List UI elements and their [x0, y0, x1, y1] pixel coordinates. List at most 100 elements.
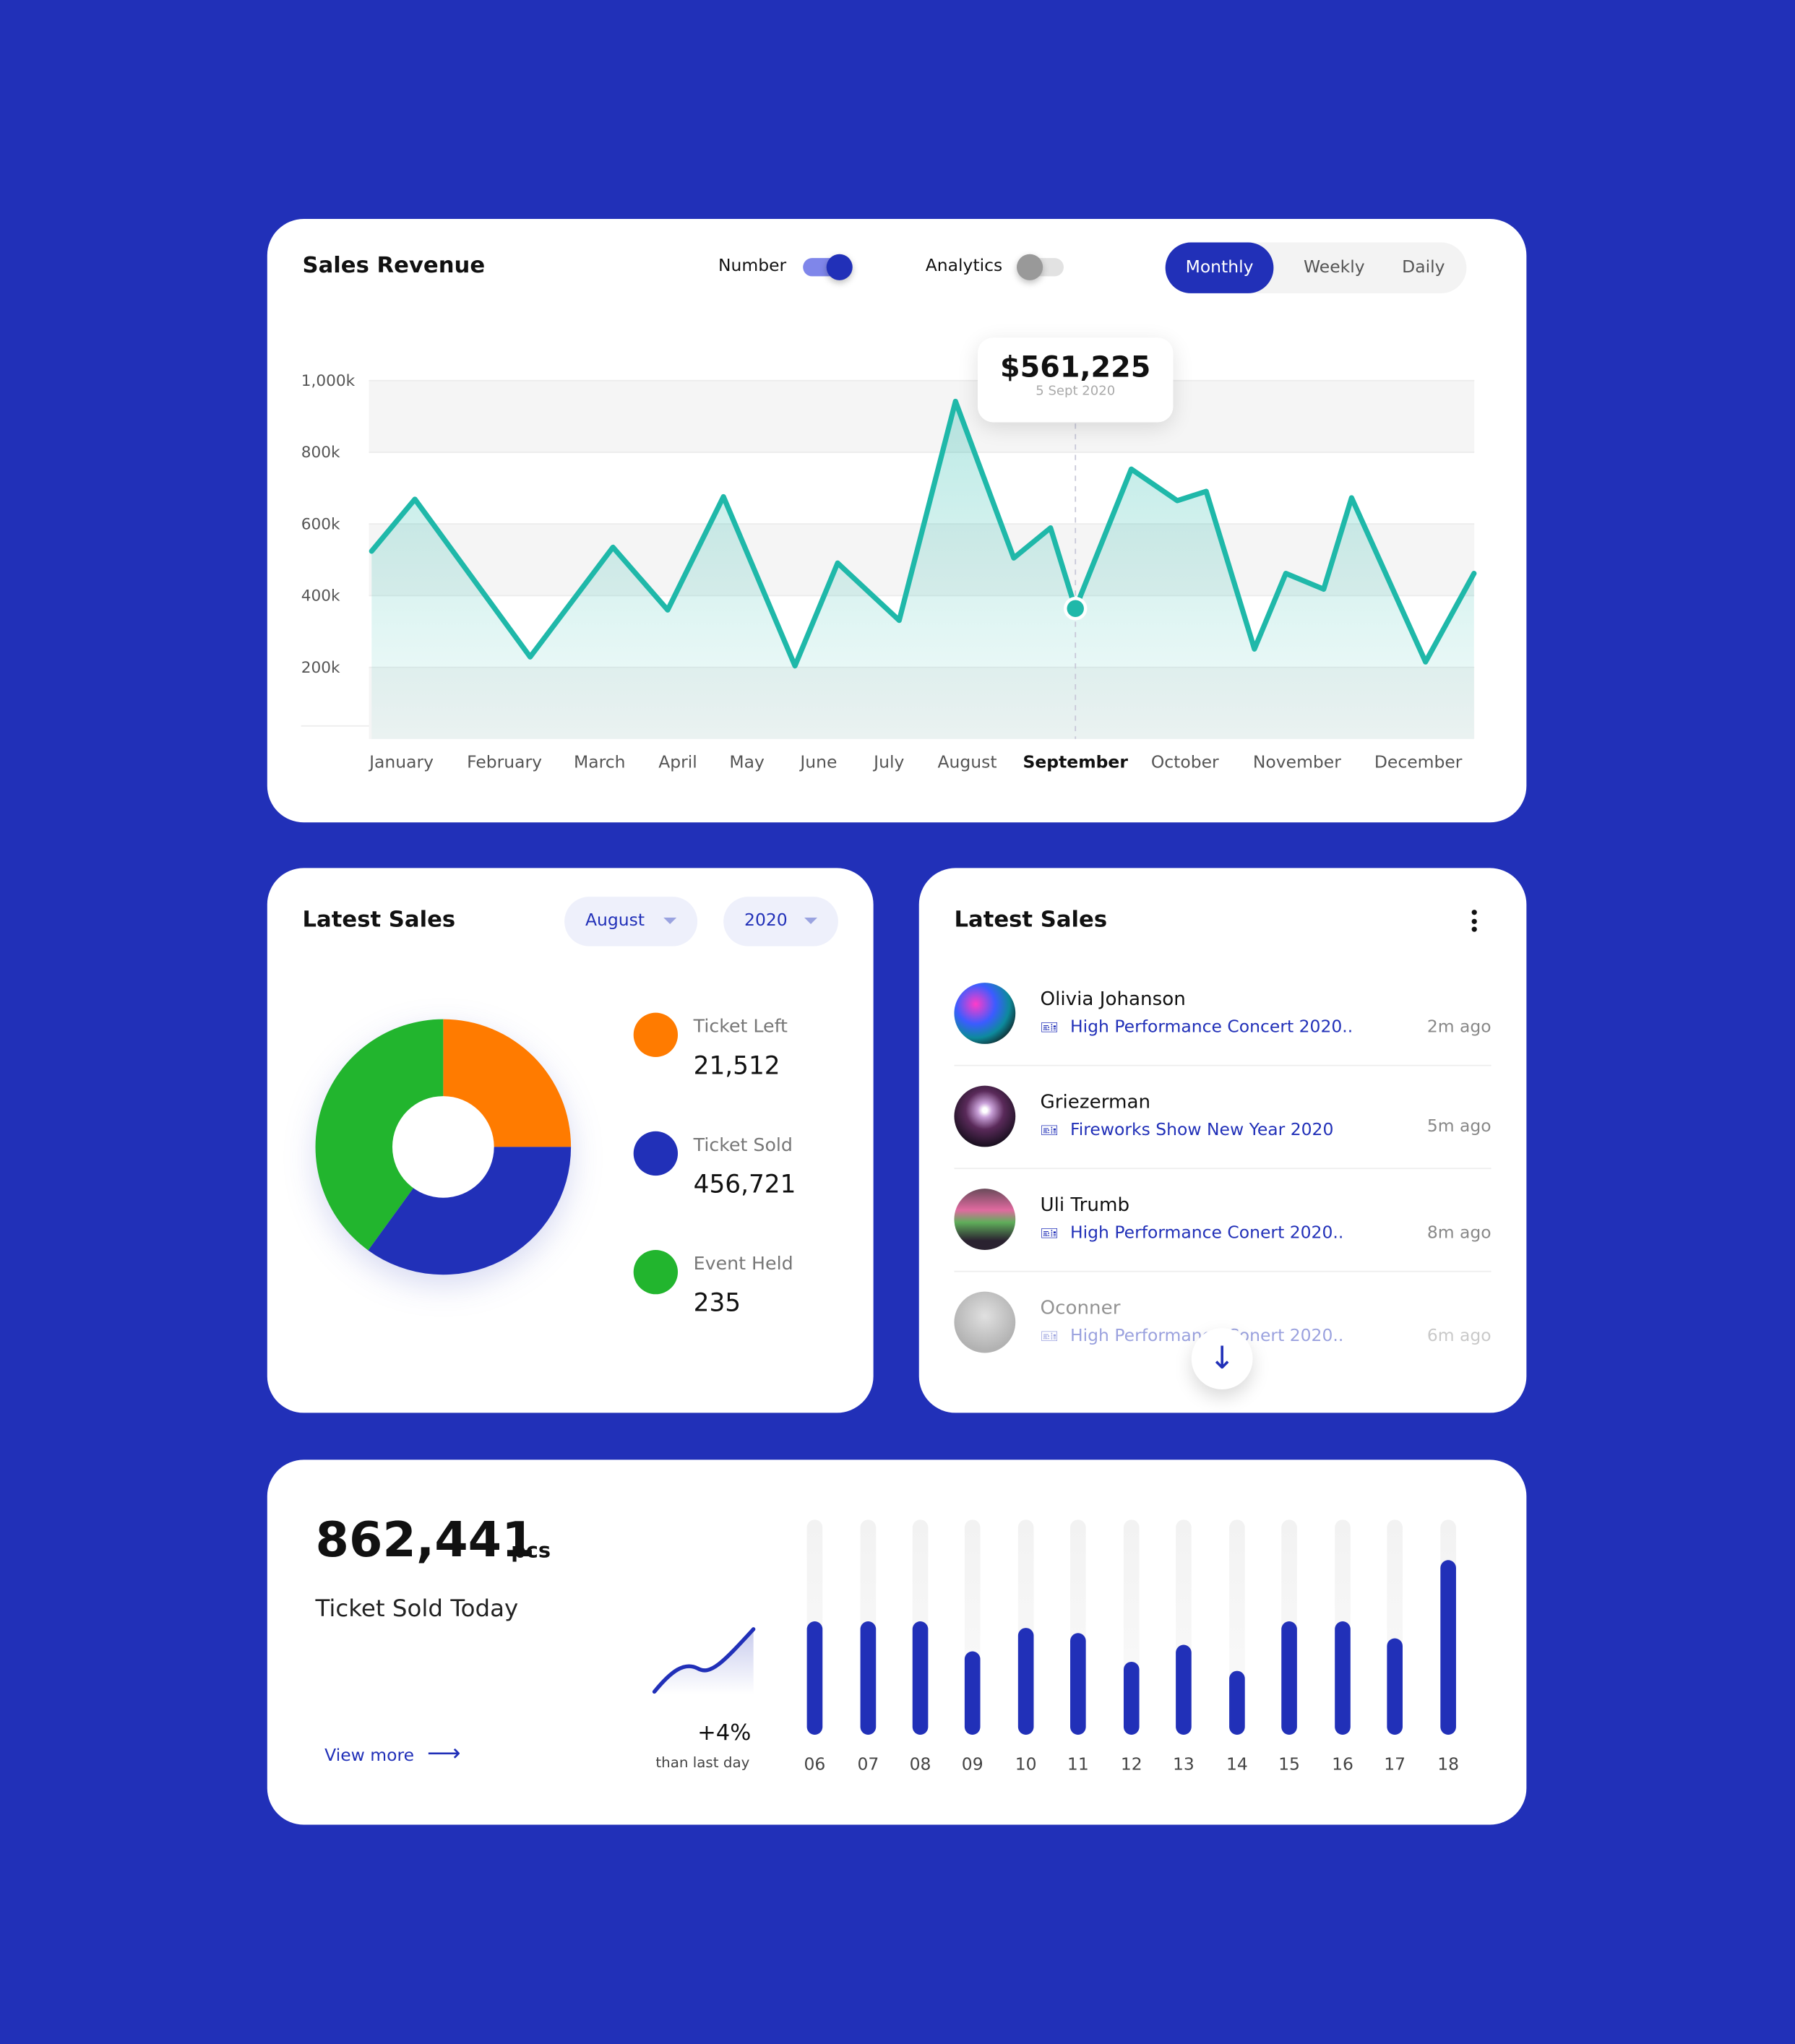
buyer-name: Olivia Johanson [1040, 989, 1186, 1011]
event-link[interactable]: 🎫︎ High Performance Conert 2020.. [1041, 1224, 1344, 1243]
avatar [954, 1189, 1016, 1250]
x-tick-day: 12 [1120, 1755, 1142, 1775]
time-ago: 8m ago [1426, 1223, 1491, 1243]
event-link[interactable]: 🎫︎ High Performance Concert 2020.. [1041, 1018, 1353, 1038]
legend-dot-ticket-left [633, 1012, 679, 1057]
view-more-link[interactable]: View more ⟶ [324, 1740, 460, 1767]
change-label: than last day [655, 1754, 750, 1772]
legend-dot-event-held [633, 1249, 679, 1295]
bar-11 [1070, 1634, 1086, 1735]
list-item[interactable]: Uli Trumb 🎫︎ High Performance Conert 2020… [954, 1189, 1491, 1292]
x-tick-september[interactable]: September [1023, 754, 1128, 773]
x-tick-february[interactable]: February [467, 754, 542, 773]
x-tick-march[interactable]: March [574, 754, 626, 773]
bar-15 [1281, 1621, 1297, 1735]
legend-dot-ticket-sold [633, 1131, 679, 1176]
event-link[interactable]: 🎫︎ High Performance Conert 2020.. [1041, 1327, 1344, 1346]
bar-13 [1176, 1644, 1192, 1735]
x-tick-may[interactable]: May [729, 754, 765, 773]
month-dropdown[interactable]: August [564, 897, 698, 946]
event-name: Fireworks Show New Year 2020 [1070, 1121, 1334, 1141]
x-tick-june[interactable]: June [800, 754, 837, 773]
ticket-icon: 🎫︎ [1040, 1328, 1059, 1345]
bar-06 [806, 1621, 823, 1735]
event-name: High Performance Concert 2020.. [1070, 1017, 1353, 1038]
bar-10 [1017, 1627, 1034, 1735]
legend-label: Event Held [693, 1254, 793, 1275]
ticket-icon: 🎫︎ [1040, 1019, 1059, 1037]
x-tick-day: 18 [1437, 1755, 1460, 1775]
grid-band [369, 380, 1475, 452]
dashboard: Sales Revenue Number Analytics Monthly W… [0, 0, 1795, 2044]
month-dropdown-value: August [585, 910, 645, 931]
divider [954, 1168, 1491, 1170]
x-tick-day: 07 [857, 1755, 879, 1775]
x-tick-day: 13 [1173, 1755, 1194, 1775]
legend-label: Ticket Left [693, 1017, 788, 1038]
list-item[interactable]: Griezerman 🎫︎ Fireworks Show New Year 202… [954, 1085, 1491, 1189]
view-more-label: View more [324, 1746, 415, 1767]
arrow-down-icon: ↓ [1209, 1340, 1236, 1376]
event-link[interactable]: 🎫︎ Fireworks Show New Year 2020 [1041, 1121, 1334, 1140]
avatar [954, 1085, 1016, 1147]
x-tick-day: 10 [1015, 1755, 1037, 1775]
caret-down-icon [663, 917, 677, 924]
divider [954, 1064, 1491, 1066]
buyer-name: Uli Trumb [1040, 1195, 1130, 1217]
caret-down-icon [804, 917, 818, 924]
tooltip-date: 5 Sept 2020 [1036, 384, 1116, 399]
x-tick-day: 14 [1226, 1755, 1248, 1775]
ticket-unit: pcs [511, 1538, 551, 1563]
arrow-right-icon: ⟶ [427, 1740, 461, 1768]
donut-chart [315, 1019, 572, 1275]
list-item[interactable]: Olivia Johanson 🎫︎ High Performance Conce… [954, 983, 1491, 1086]
bar-08 [912, 1621, 929, 1735]
avatar [954, 983, 1016, 1044]
legend-value: 21,512 [693, 1051, 780, 1081]
bar-18 [1440, 1560, 1456, 1735]
ticket-sold-today-label: Ticket Sold Today [315, 1595, 519, 1623]
bar-12 [1123, 1661, 1140, 1735]
x-tick-november[interactable]: November [1253, 754, 1341, 773]
ticket-icon: 🎫︎ [1040, 1225, 1059, 1243]
time-ago: 2m ago [1426, 1017, 1491, 1038]
bar-09 [964, 1650, 981, 1735]
more-options-icon[interactable] [1471, 910, 1480, 932]
year-dropdown-value: 2020 [744, 910, 788, 931]
x-tick-day: 09 [961, 1755, 983, 1775]
selected-point[interactable] [1067, 600, 1084, 617]
x-tick-day: 11 [1067, 1755, 1089, 1775]
x-tick-july[interactable]: July [874, 754, 904, 773]
change-percent: +4% [697, 1720, 752, 1747]
buyer-name: Oconner [1040, 1298, 1121, 1319]
x-tick-day: 15 [1278, 1755, 1300, 1775]
bar-16 [1335, 1621, 1351, 1735]
x-tick-december[interactable]: December [1374, 754, 1463, 773]
trend-sparkline [652, 1627, 756, 1695]
legend-value: 235 [693, 1289, 741, 1318]
x-tick-october[interactable]: October [1151, 754, 1219, 773]
time-ago: 5m ago [1426, 1116, 1491, 1137]
donut-hole [392, 1096, 494, 1198]
avatar [954, 1291, 1016, 1353]
x-tick-day: 08 [909, 1755, 931, 1775]
x-tick-august[interactable]: August [937, 754, 996, 773]
revenue-line-chart [301, 379, 1477, 739]
bar-14 [1229, 1670, 1245, 1735]
legend-label: Ticket Sold [693, 1135, 793, 1157]
bar-17 [1387, 1638, 1403, 1735]
latest-sales-title: Latest Sales [302, 907, 456, 933]
legend-value: 456,721 [693, 1170, 796, 1199]
divider [954, 1270, 1491, 1272]
x-tick-day: 16 [1332, 1755, 1353, 1775]
tooltip-value: $561,225 [1000, 352, 1151, 385]
x-tick-day: 17 [1384, 1755, 1406, 1775]
scroll-down-button[interactable]: ↓ [1191, 1328, 1253, 1389]
chart-tooltip: $561,225 5 Sept 2020 [977, 337, 1174, 423]
x-tick-april[interactable]: April [658, 754, 697, 773]
x-tick-january[interactable]: January [369, 754, 434, 773]
year-dropdown[interactable]: 2020 [723, 897, 838, 946]
time-ago: 6m ago [1426, 1327, 1491, 1347]
latest-sales-list-title: Latest Sales [954, 907, 1108, 933]
ticket-count: 862,441 [315, 1512, 535, 1569]
